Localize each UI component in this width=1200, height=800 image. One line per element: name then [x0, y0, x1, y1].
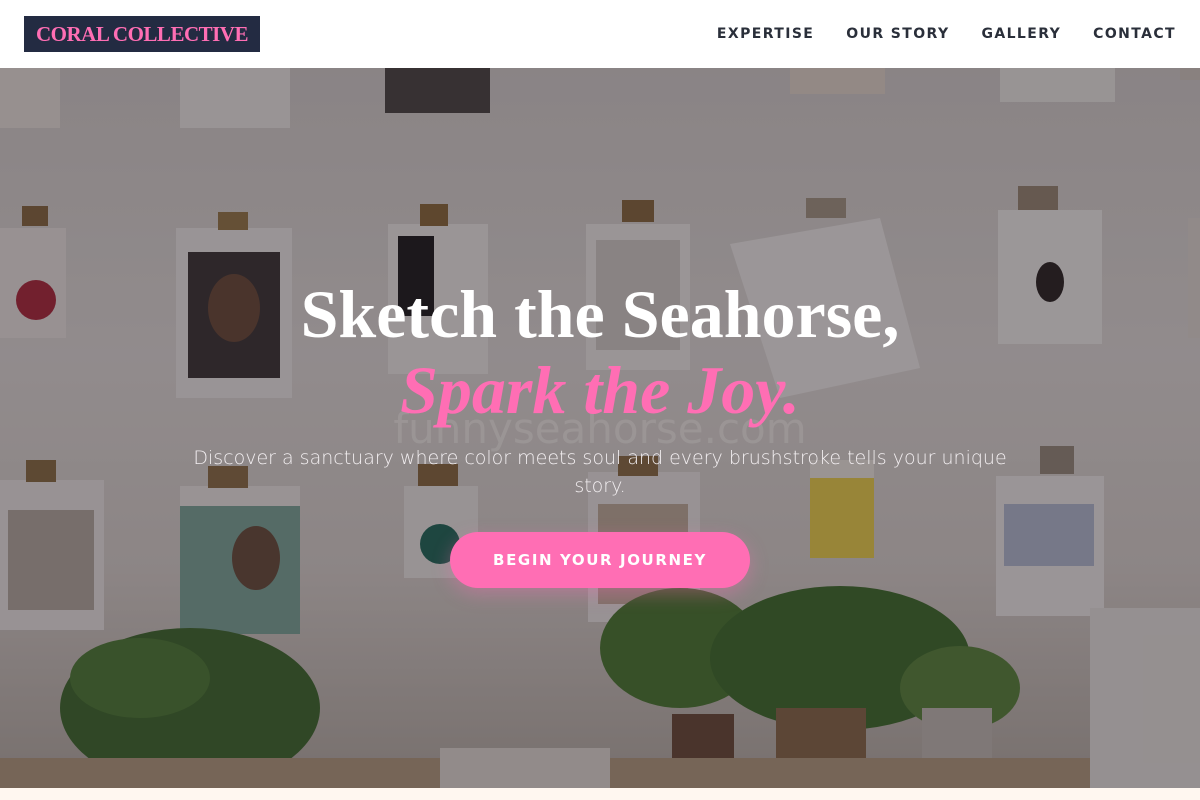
nav-link-contact[interactable]: CONTACT [1093, 26, 1176, 42]
nav-link-gallery[interactable]: GALLERY [981, 26, 1061, 42]
logo[interactable]: CORAL COLLECTIVE [24, 16, 260, 52]
site-header: CORAL COLLECTIVE EXPERTISE OUR STORY GAL… [0, 0, 1200, 68]
hero-content: Sketch the Seahorse, Spark the Joy. Disc… [0, 68, 1200, 788]
main-nav: EXPERTISE OUR STORY GALLERY CONTACT [717, 26, 1176, 42]
hero-section: funnyseahorse.com Sketch the Seahorse, S… [0, 68, 1200, 788]
page-bottom-strip [0, 788, 1200, 800]
hero-headline-line2: Spark the Joy. [400, 352, 800, 428]
begin-journey-button[interactable]: BEGIN YOUR JOURNEY [450, 532, 750, 588]
hero-headline-line1: Sketch the Seahorse, [300, 276, 900, 352]
nav-link-our-story[interactable]: OUR STORY [846, 26, 949, 42]
hero-subtitle: Discover a sanctuary where color meets s… [193, 447, 1007, 497]
nav-link-expertise[interactable]: EXPERTISE [717, 26, 814, 42]
